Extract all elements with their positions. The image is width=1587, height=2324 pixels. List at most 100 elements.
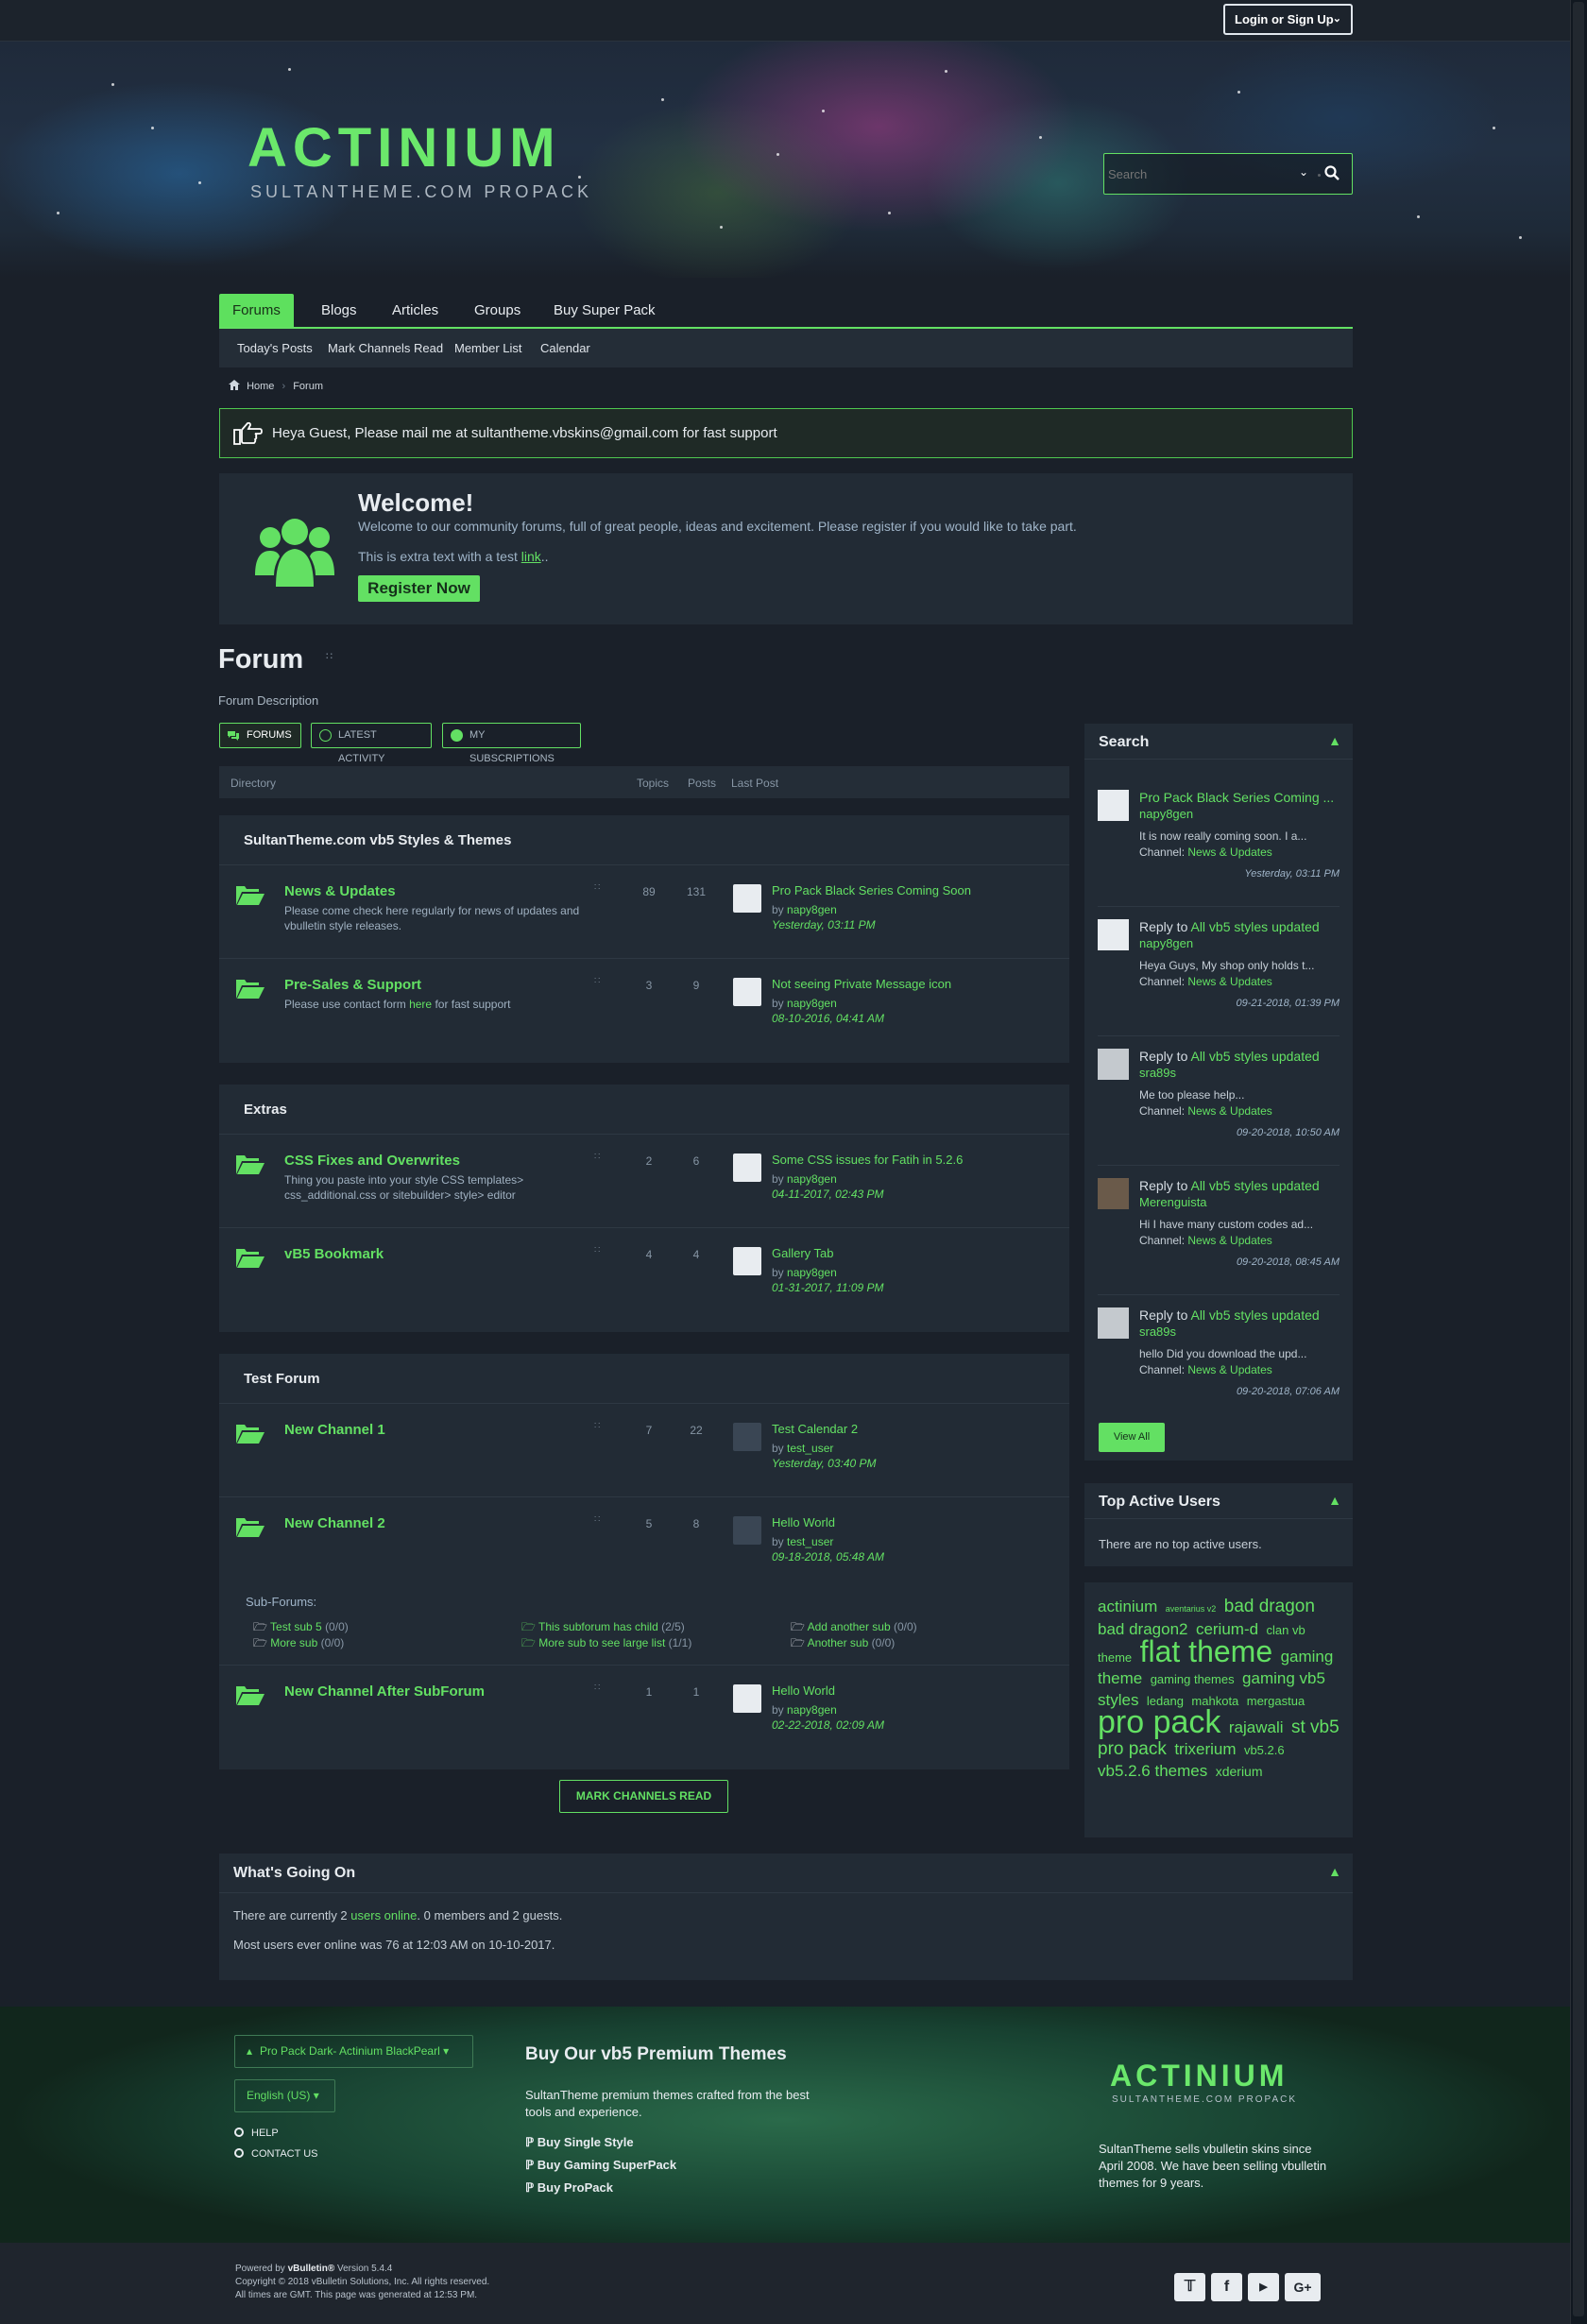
tag-link[interactable]: flat theme	[1140, 1634, 1273, 1668]
subnav-mark-channels-read[interactable]: Mark Channels Read	[328, 341, 443, 355]
activity-topic-link[interactable]: All vb5 styles updated	[1190, 1307, 1319, 1323]
subforum-item[interactable]: 🗁 More sub (0/0)	[253, 1634, 344, 1654]
activity-title[interactable]: Reply to All vb5 styles updated	[1139, 1307, 1340, 1323]
avatar[interactable]	[1098, 1307, 1129, 1339]
last-post-user[interactable]: napy8gen	[787, 1703, 837, 1717]
activity-topic-link[interactable]: All vb5 styles updated	[1190, 1049, 1319, 1064]
last-post-user[interactable]: napy8gen	[787, 997, 837, 1010]
avatar[interactable]	[733, 1423, 761, 1451]
activity-user[interactable]: Merenguista	[1139, 1195, 1207, 1209]
register-now-button[interactable]: Register Now	[358, 575, 480, 602]
tab-forums[interactable]: Forums	[219, 294, 294, 327]
tag-link[interactable]: rajawali	[1229, 1718, 1284, 1736]
last-post-user[interactable]: napy8gen	[787, 1266, 837, 1279]
subforum-link[interactable]: More sub to see large list	[538, 1636, 665, 1649]
avatar[interactable]	[1098, 1049, 1129, 1080]
site-logo-title[interactable]: ACTINIUM	[247, 120, 561, 177]
rss-icon[interactable]: ∷	[594, 1514, 600, 1525]
buy-propack-link[interactable]: ℙ Buy ProPack	[525, 2180, 613, 2196]
avatar[interactable]	[733, 1684, 761, 1713]
tag-link[interactable]: gaming themes	[1151, 1672, 1235, 1686]
avatar[interactable]	[733, 884, 761, 913]
tag-link[interactable]: mergastua	[1247, 1694, 1305, 1708]
header-search-input[interactable]	[1108, 163, 1288, 184]
channel-row[interactable]: New Channel After SubForum ∷ 1 1 Hello W…	[219, 1666, 1069, 1759]
twitter-icon[interactable]: 𝕋	[1174, 2273, 1205, 2301]
activity-item[interactable]: Reply to All vb5 styles updated sra89s h…	[1098, 1307, 1340, 1425]
channel-row[interactable]: CSS Fixes and Overwrites Thing you paste…	[219, 1135, 1069, 1228]
rss-icon[interactable]: ∷	[594, 1245, 600, 1256]
channel-title[interactable]: New Channel After SubForum	[284, 1683, 485, 1700]
channel-title[interactable]: News & Updates	[284, 883, 396, 899]
rss-icon[interactable]: ∷	[594, 1421, 600, 1431]
avatar[interactable]	[733, 1153, 761, 1182]
tag-link[interactable]: trixerium	[1174, 1740, 1236, 1758]
header-search[interactable]: ⌄	[1103, 153, 1353, 195]
channel-title[interactable]: New Channel 1	[284, 1422, 385, 1438]
collapse-chevron-icon[interactable]: ▲	[1328, 1864, 1341, 1879]
activity-user[interactable]: sra89s	[1139, 1324, 1176, 1339]
vbulletin-link[interactable]: vBulletin®	[288, 2264, 335, 2274]
buy-single-style-link[interactable]: ℙ Buy Single Style	[525, 2135, 634, 2150]
tab-latest-activity[interactable]: Latest Activity	[311, 723, 432, 764]
avatar[interactable]	[1098, 1178, 1129, 1209]
style-select[interactable]: ▴ Pro Pack Dark- Actinium BlackPearl ▾	[234, 2035, 473, 2068]
section-title[interactable]: SultanTheme.com vb5 Styles & Themes	[244, 832, 511, 848]
last-post-title[interactable]: Pro Pack Black Series Coming Soon	[772, 883, 971, 897]
scrollbar-thumb[interactable]	[1573, 2, 1584, 2316]
rss-icon[interactable]: ∷	[594, 1683, 600, 1693]
channel-title[interactable]: vB5 Bookmark	[284, 1246, 384, 1262]
footer-help-link[interactable]: HELP	[234, 2127, 279, 2139]
avatar[interactable]	[733, 1247, 761, 1275]
home-icon[interactable]	[229, 380, 240, 390]
tab-blogs[interactable]: Blogs	[308, 294, 370, 327]
activity-title[interactable]: Reply to All vb5 styles updated	[1139, 919, 1340, 934]
search-options-chevron-icon[interactable]: ⌄	[1299, 165, 1308, 179]
welcome-extra-link[interactable]: link	[521, 549, 541, 564]
tab-articles[interactable]: Articles	[379, 294, 452, 327]
buy-gaming-superpack-link[interactable]: ℙ Buy Gaming SuperPack	[525, 2158, 676, 2173]
last-post-user[interactable]: test_user	[787, 1535, 833, 1548]
tab-buy-super-pack[interactable]: Buy Super Pack	[540, 294, 669, 327]
channel-link[interactable]: News & Updates	[1187, 846, 1271, 859]
subforum-link[interactable]: Add another sub	[808, 1620, 891, 1633]
tag-link[interactable]: vb5.2.6 themes	[1098, 1762, 1207, 1780]
activity-item[interactable]: Reply to All vb5 styles updated napy8gen…	[1098, 919, 1340, 1036]
view-all-button[interactable]: View All	[1099, 1423, 1165, 1452]
tab-my-subscriptions[interactable]: My Subscriptions	[442, 723, 581, 764]
activity-title[interactable]: Pro Pack Black Series Coming ...	[1139, 790, 1340, 805]
subforum-item[interactable]: 🗁 More sub to see large list (1/1)	[521, 1634, 691, 1654]
last-post-title[interactable]: Not seeing Private Message icon	[772, 977, 951, 991]
tag-link[interactable]: vb5.2.6	[1244, 1743, 1285, 1757]
last-post-title[interactable]: Some CSS issues for Fatih in 5.2.6	[772, 1153, 963, 1167]
channel-link[interactable]: News & Updates	[1187, 975, 1271, 988]
subforum-link[interactable]: This subforum has child	[538, 1620, 658, 1633]
last-post-title[interactable]: Hello World	[772, 1515, 835, 1529]
rss-icon[interactable]: ∷	[326, 650, 333, 662]
section-title[interactable]: Extras	[244, 1102, 287, 1118]
activity-user[interactable]: napy8gen	[1139, 936, 1193, 950]
channel-title[interactable]: New Channel 2	[284, 1515, 385, 1531]
collapse-chevron-icon[interactable]: ▲	[1328, 733, 1341, 748]
last-post-user[interactable]: napy8gen	[787, 903, 837, 916]
search-icon[interactable]	[1323, 164, 1340, 181]
facebook-icon[interactable]: f	[1211, 2273, 1242, 2301]
rss-icon[interactable]: ∷	[594, 882, 600, 893]
channel-row[interactable]: New Channel 2 ∷ 5 8 Hello World by test_…	[219, 1497, 1069, 1666]
subforum-item[interactable]: 🗁 Another sub (0/0)	[791, 1634, 895, 1654]
activity-topic-link[interactable]: Pro Pack Black Series Coming ...	[1139, 790, 1334, 805]
channel-title[interactable]: CSS Fixes and Overwrites	[284, 1153, 460, 1169]
breadcrumb-home[interactable]: Home	[247, 381, 274, 392]
activity-title[interactable]: Reply to All vb5 styles updated	[1139, 1049, 1340, 1064]
channel-row[interactable]: Pre-Sales & Support Please use contact f…	[219, 959, 1069, 1052]
login-signup-button[interactable]: Login or Sign Up ⌄	[1223, 4, 1353, 35]
channel-row[interactable]: New Channel 1 ∷ 7 22 Test Calendar 2 by …	[219, 1404, 1069, 1497]
activity-item[interactable]: Pro Pack Black Series Coming ... napy8ge…	[1098, 790, 1340, 907]
section-title[interactable]: Test Forum	[244, 1371, 320, 1387]
subforum-link[interactable]: Another sub	[808, 1636, 869, 1649]
tag-link[interactable]: actinium	[1098, 1598, 1157, 1615]
last-post-title[interactable]: Hello World	[772, 1683, 835, 1698]
channel-link[interactable]: News & Updates	[1187, 1363, 1271, 1376]
activity-topic-link[interactable]: All vb5 styles updated	[1190, 919, 1319, 934]
subnav-todays-posts[interactable]: Today's Posts	[237, 341, 313, 355]
